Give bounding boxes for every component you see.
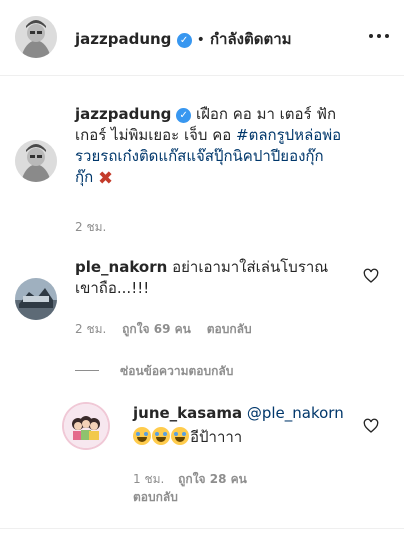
comment-username[interactable]: ple_nakorn bbox=[75, 258, 167, 276]
caption-line1: เฝือก คอ มา เตอร์ ฟัก bbox=[195, 105, 337, 123]
comment-line2: เขาถือ...!!! bbox=[75, 279, 150, 297]
comment-likes[interactable]: ถูกใจ 69 คน bbox=[122, 322, 191, 336]
laughing-face-icon bbox=[152, 427, 170, 445]
comment-meta: 2 ชม. ถูกใจ 69 คน ตอบกลับ bbox=[75, 320, 252, 339]
cross-mark-icon: ✖ bbox=[97, 168, 114, 189]
reply-username[interactable]: june_kasama bbox=[133, 404, 242, 422]
hide-replies-line bbox=[75, 370, 99, 371]
reply-reply-button[interactable]: ตอบกลับ bbox=[133, 490, 178, 504]
hide-replies-label[interactable]: ซ่อนข้อความตอบกลับ bbox=[120, 364, 233, 378]
caption-text: jazzpadung ✓ เฝือก คอ มา เตอร์ ฟัก เกอร์… bbox=[75, 104, 375, 189]
following-button[interactable]: กำลังติดตาม bbox=[210, 30, 292, 48]
reply-text: june_kasama @ple_nakorn อีป้าาาา bbox=[133, 403, 363, 448]
hashtag-link[interactable]: #ตลกรูปหล่อพ่อ bbox=[236, 126, 341, 144]
comment-reply-button[interactable]: ตอบกลับ bbox=[207, 322, 252, 336]
laughing-face-icon bbox=[171, 427, 189, 445]
comment-line1: อย่าเอามาใส่เล่นโบราณ bbox=[172, 258, 329, 276]
reply-message: อีป้าาาา bbox=[190, 428, 243, 446]
laughing-face-icon bbox=[133, 427, 151, 445]
comment-time[interactable]: 2 ชม. bbox=[75, 322, 106, 336]
hashtag-link-cont[interactable]: รวยรถเก๋งติดแก๊สแจ๊สปุ๊กนิคปาปียองกุ๊ก bbox=[75, 147, 324, 165]
reply-mention[interactable]: @ple_nakorn bbox=[247, 404, 344, 422]
bottom-divider bbox=[0, 528, 404, 529]
heart-icon[interactable] bbox=[363, 418, 379, 434]
header-avatar[interactable] bbox=[15, 16, 57, 58]
caption-username[interactable]: jazzpadung bbox=[75, 105, 171, 123]
caption-avatar[interactable] bbox=[15, 140, 57, 182]
heart-icon[interactable] bbox=[363, 268, 379, 284]
hide-replies-toggle[interactable]: ซ่อนข้อความตอบกลับ bbox=[75, 360, 233, 381]
more-dots-icon[interactable] bbox=[367, 26, 391, 46]
caption-time[interactable]: 2 ชม. bbox=[75, 218, 106, 237]
reply-likes[interactable]: ถูกใจ 28 คน bbox=[178, 472, 247, 486]
reply-time[interactable]: 1 ชม. bbox=[133, 472, 164, 486]
verified-badge-icon: ✓ bbox=[176, 108, 192, 123]
caption-line2: เกอร์ ไม่พิมเยอะ เจ็บ คอ bbox=[75, 126, 237, 144]
verified-badge-icon: ✓ bbox=[176, 33, 192, 48]
reply-meta: 1 ชม. ถูกใจ 28 คน ตอบกลับ bbox=[133, 470, 333, 506]
reply-avatar[interactable] bbox=[62, 402, 110, 450]
header-separator: • bbox=[196, 32, 205, 48]
post-header: jazzpadung ✓ • กำลังติดตาม bbox=[0, 0, 404, 76]
comment-text: ple_nakorn อย่าเอามาใส่เล่นโบราณ เขาถือ.… bbox=[75, 257, 355, 299]
comment-avatar[interactable] bbox=[15, 278, 57, 320]
header-title: jazzpadung ✓ • กำลังติดตาม bbox=[75, 27, 292, 51]
hashtag-link-end[interactable]: กุ๊ก bbox=[75, 168, 93, 186]
header-username[interactable]: jazzpadung bbox=[75, 30, 171, 48]
